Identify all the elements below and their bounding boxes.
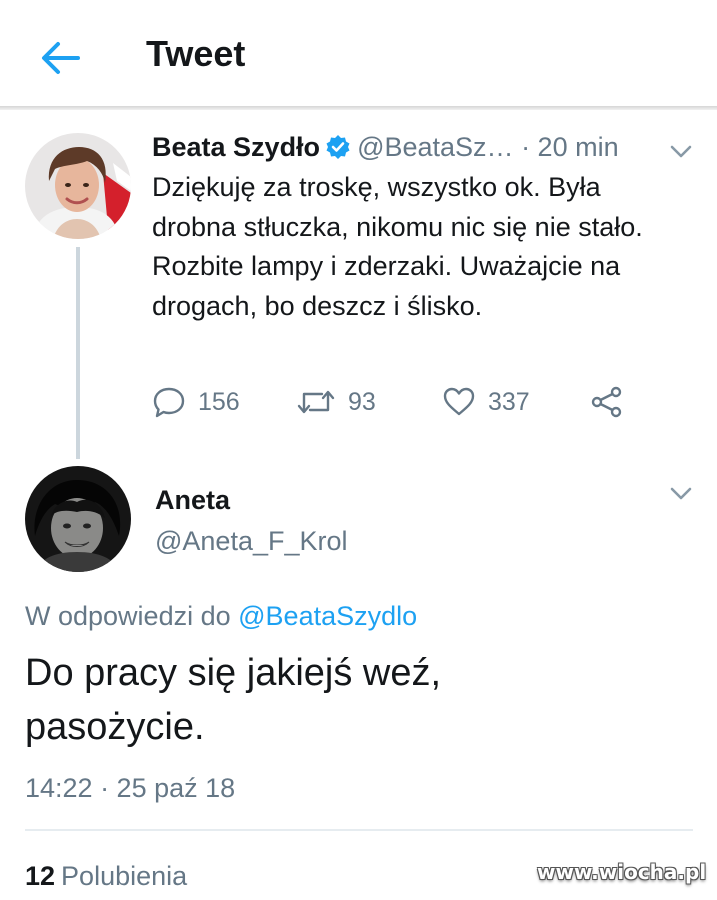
tweet-menu-button[interactable] bbox=[666, 142, 696, 162]
reply-author-name[interactable]: Aneta bbox=[155, 483, 230, 517]
chevron-down-icon bbox=[670, 487, 692, 500]
heart-icon bbox=[443, 387, 475, 416]
watermark: www.wiocha.pl bbox=[537, 860, 707, 884]
in-reply-prefix: W odpowiedzi do bbox=[25, 601, 231, 631]
top-bar: Tweet bbox=[0, 0, 717, 108]
retweet-count: 93 bbox=[348, 387, 376, 416]
like-count: 337 bbox=[488, 387, 530, 416]
retweet-icon bbox=[297, 390, 335, 414]
back-button[interactable] bbox=[36, 34, 84, 82]
author-name[interactable]: Beata Szydło bbox=[152, 132, 320, 162]
page-title: Tweet bbox=[146, 33, 246, 74]
avatar-image bbox=[25, 466, 131, 572]
header-divider bbox=[0, 106, 717, 110]
verified-badge-icon bbox=[326, 135, 350, 159]
thread-connector bbox=[76, 247, 80, 459]
reply-menu-button[interactable] bbox=[666, 484, 696, 504]
reply-count: 156 bbox=[198, 387, 240, 416]
tweet-header: Beata Szydło @BeataSz… · 20 min bbox=[152, 128, 619, 166]
tweet-text: Dziękuję za troskę, wszystko ok. Była dr… bbox=[152, 172, 643, 321]
chevron-down-icon bbox=[670, 145, 692, 158]
likes-label: Polubienia bbox=[61, 861, 188, 891]
stats-divider bbox=[25, 829, 693, 831]
tweet-time: · 20 min bbox=[521, 132, 619, 162]
avatar-beata[interactable] bbox=[25, 133, 131, 239]
arrow-left-icon bbox=[42, 42, 80, 74]
reply-button[interactable]: 156 bbox=[152, 380, 240, 424]
tweet-actions: 156 93 337 bbox=[152, 380, 652, 424]
like-button[interactable]: 337 bbox=[442, 380, 530, 424]
reply-text: Do pracy się jakiejś weź, pasożycie. bbox=[25, 652, 442, 748]
author-handle[interactable]: @BeataSz… bbox=[357, 132, 513, 162]
likes-stat[interactable]: 12 Polubienia bbox=[25, 858, 187, 894]
share-icon bbox=[591, 386, 622, 418]
reply-icon bbox=[153, 387, 185, 418]
avatar-aneta[interactable] bbox=[25, 466, 131, 572]
reply-timestamp: 14:22 · 25 paź 18 bbox=[25, 773, 236, 803]
in-reply-to-link[interactable]: @BeataSzydlo bbox=[238, 601, 417, 631]
share-button[interactable] bbox=[590, 380, 636, 424]
reply-author-handle[interactable]: @Aneta_F_Krol bbox=[155, 523, 348, 559]
in-reply-to: W odpowiedzi do @BeataSzydlo bbox=[25, 598, 417, 634]
retweet-button[interactable]: 93 bbox=[296, 380, 376, 424]
avatar-image bbox=[25, 133, 131, 239]
likes-count: 12 bbox=[25, 861, 56, 891]
